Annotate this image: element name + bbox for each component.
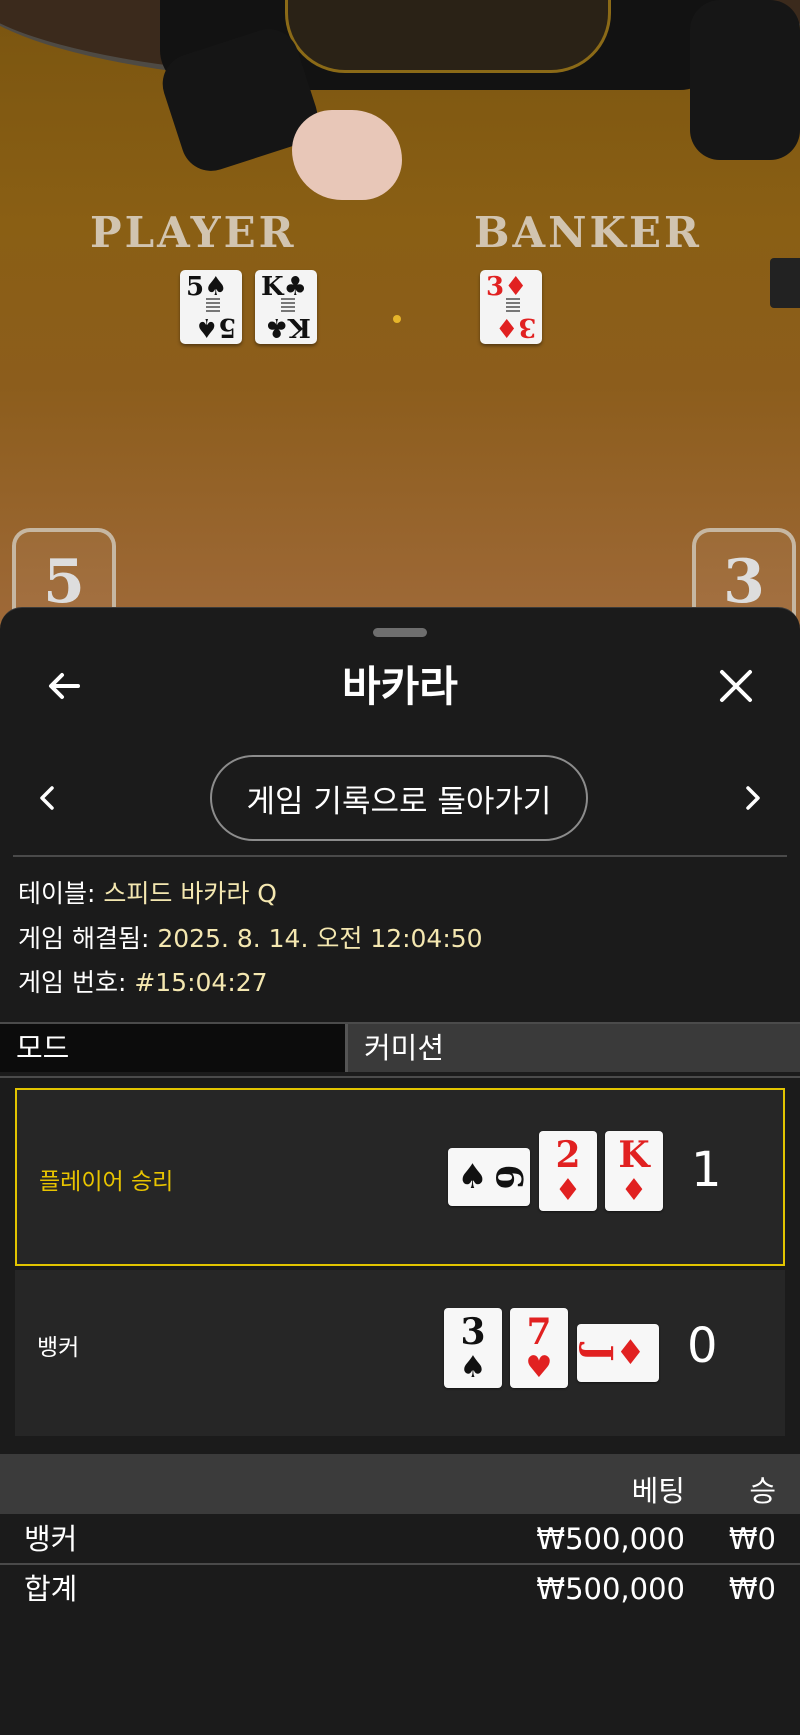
live-video: PLAYER BANKER 5♠ 5♠ K♣ K♣ 3♦ 3♦ 5 3 xyxy=(0,0,800,640)
total-label: 합계 xyxy=(24,1572,78,1606)
mode-label: 모드 xyxy=(0,1024,348,1072)
divider xyxy=(13,855,787,857)
table-player-word: PLAYER xyxy=(90,208,297,257)
banker-result-label: 뱅커 xyxy=(37,1335,80,1361)
bet-row: 뱅커 ₩500,000 ₩0 xyxy=(0,1516,800,1562)
player-card-1: ♠ 6 xyxy=(448,1148,530,1206)
table-marker xyxy=(393,315,401,323)
banker-card-2: 7 ♥ xyxy=(510,1308,568,1388)
table-card: 3♦ 3♦ xyxy=(480,270,542,344)
dealer-arm-right xyxy=(690,0,800,160)
bet-row-amount: ₩500,000 xyxy=(536,1522,685,1556)
game-number-info: 게임 번호: #15:04:27 xyxy=(18,968,268,997)
dealer-hand xyxy=(292,110,402,200)
mode-value: 커미션 xyxy=(348,1024,800,1072)
player-result-score: 1 xyxy=(691,1142,722,1198)
banker-result-panel: 뱅커 3 ♠ 7 ♥ J ♦ 0 xyxy=(15,1270,785,1436)
resolved-time: 2025. 8. 14. 오전 12:04:50 xyxy=(157,924,483,953)
drag-handle[interactable] xyxy=(373,628,427,637)
dealer-vest xyxy=(285,0,611,73)
sheet-title: 바카라 xyxy=(342,662,458,711)
back-to-history-button[interactable]: 게임 기록으로 돌아가기 xyxy=(210,755,588,841)
bet-row-win: ₩0 xyxy=(728,1522,776,1556)
win-column-header: 승 xyxy=(749,1474,776,1508)
banker-card-1: 3 ♠ xyxy=(444,1308,502,1388)
game-detail-sheet: 바카라 게임 기록으로 돌아가기 테이블: 스피드 바카라 Q 게임 해결됨: … xyxy=(0,607,800,1735)
bet-column-header: 베팅 xyxy=(631,1474,685,1508)
chevron-left-icon xyxy=(40,786,54,810)
bets-table-header: 베팅 승 xyxy=(0,1454,800,1514)
player-result-panel: 플레이어 승리 ♠ 6 2 ♦ K ♦ 1 xyxy=(15,1088,785,1266)
player-result-label: 플레이어 승리 xyxy=(39,1169,174,1195)
next-game-button[interactable] xyxy=(724,770,780,826)
table-card: K♣ K♣ xyxy=(255,270,317,344)
table-banker-word: BANKER xyxy=(474,208,702,257)
total-win: ₩0 xyxy=(728,1572,776,1606)
total-bet: ₩500,000 xyxy=(536,1572,685,1606)
chevron-right-icon xyxy=(746,786,760,810)
table-card: 5♠ 5♠ xyxy=(180,270,242,344)
mode-row: 모드 커미션 xyxy=(0,1022,800,1078)
banker-card-3: J ♦ xyxy=(577,1324,659,1382)
close-button[interactable] xyxy=(708,658,764,714)
banker-result-score: 0 xyxy=(687,1318,718,1374)
bet-row-name: 뱅커 xyxy=(24,1522,78,1556)
player-card-3: K ♦ xyxy=(605,1131,663,1211)
prev-game-button[interactable] xyxy=(20,770,76,826)
table-info: 테이블: 스피드 바카라 Q xyxy=(18,879,277,908)
resolved-info: 게임 해결됨: 2025. 8. 14. 오전 12:04:50 xyxy=(18,924,483,953)
divider xyxy=(0,1563,800,1565)
table-name: 스피드 바카라 Q xyxy=(103,879,277,908)
player-card-2: 2 ♦ xyxy=(539,1131,597,1211)
close-icon xyxy=(720,670,752,702)
game-number: #15:04:27 xyxy=(134,968,268,997)
card-shoe xyxy=(770,258,800,308)
total-row: 합계 ₩500,000 ₩0 xyxy=(0,1566,800,1612)
